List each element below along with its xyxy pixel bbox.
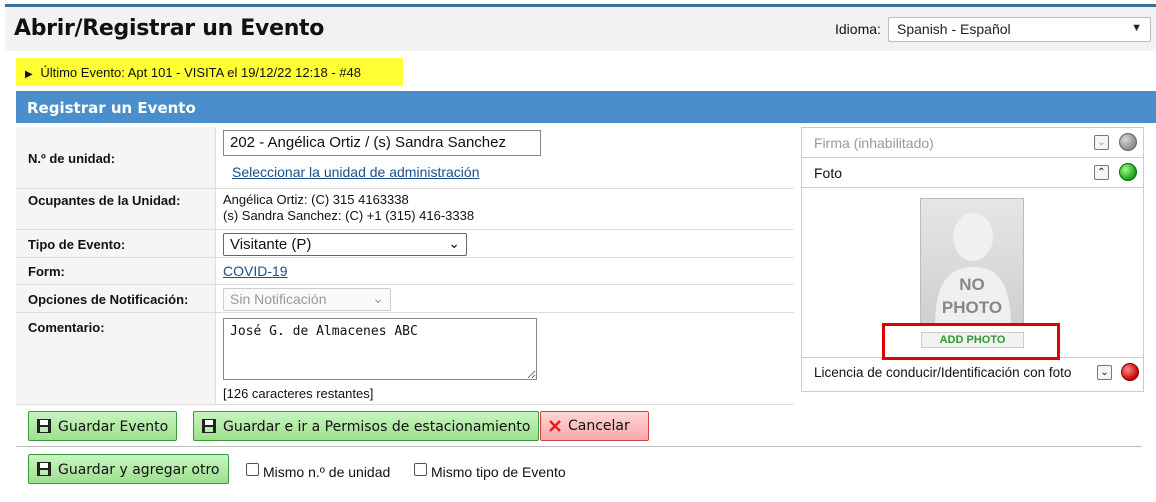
notification-label: Opciones de Notificación:	[28, 292, 189, 307]
chevron-down-icon: ▼	[1131, 22, 1142, 34]
page-header: Abrir/Registrar un Evento Idioma: Spanis…	[5, 7, 1156, 51]
notification-value: Sin Notificación	[230, 291, 327, 307]
signature-label: Firma (inhabilitado)	[814, 135, 934, 151]
select-admin-unit-link[interactable]: Seleccionar la unidad de administración	[232, 164, 479, 180]
save-parking-button[interactable]: Guardar e ir a Permisos de estacionamien…	[193, 411, 540, 441]
signature-row: Firma (inhabilitado) ⌄	[802, 128, 1143, 158]
chevron-up-icon[interactable]: ⌃	[1094, 165, 1109, 180]
close-icon	[549, 420, 561, 432]
chars-remaining: [126 caracteres restantes]	[223, 386, 374, 401]
chevron-down-icon[interactable]: ⌄	[1094, 135, 1109, 150]
status-green-icon	[1119, 163, 1137, 181]
comment-label: Comentario:	[28, 320, 105, 335]
occupants-row: Ocupantes de la Unidad: Angélica Ortiz: …	[16, 189, 794, 230]
form-label: Form:	[28, 264, 65, 279]
floppy-disk-icon	[37, 462, 51, 476]
save-event-label: Guardar Evento	[58, 419, 169, 435]
notification-select[interactable]: Sin Notificación ⌄	[223, 288, 391, 311]
form-row: Form: COVID-19	[16, 258, 794, 285]
status-red-icon	[1121, 363, 1139, 381]
event-type-row: Tipo de Evento: Visitante (P) ⌄	[16, 230, 794, 258]
expand-triangle-icon: ▶	[25, 69, 33, 80]
license-label: Licencia de conducir/Identificación con …	[814, 365, 1072, 380]
occupant-line-2: (s) Sandra Sanchez: (C) +1 (315) 416-333…	[223, 208, 475, 223]
comment-textarea[interactable]: José G. de Almacenes ABC	[223, 318, 537, 380]
occupants-label: Ocupantes de la Unidad:	[28, 193, 181, 208]
save-event-button[interactable]: Guardar Evento	[28, 411, 178, 441]
floppy-disk-icon	[202, 419, 216, 433]
photo-label: Foto	[814, 165, 843, 181]
no-photo-placeholder: NO PHOTO	[920, 198, 1024, 326]
last-event-toggle[interactable]: ▶ Último Evento: Apt 101 - VISITA el 19/…	[16, 58, 403, 86]
same-type-label: Mismo tipo de Evento	[431, 464, 566, 480]
last-event-text: Último Evento: Apt 101 - VISITA el 19/12…	[40, 65, 361, 80]
chevron-down-icon: ⌄	[372, 290, 384, 306]
register-event-panel-header: Registrar un Evento	[16, 91, 1156, 123]
same-type-checkbox[interactable]	[414, 463, 427, 476]
language-select[interactable]: Spanish - Español ▼	[888, 17, 1151, 42]
chevron-down-icon[interactable]: ⌄	[1097, 365, 1112, 380]
chevron-down-icon: ⌄	[448, 235, 460, 251]
same-unit-label: Mismo n.º de unidad	[263, 464, 391, 480]
no-photo-line-1: NO	[959, 275, 985, 294]
cancel-button[interactable]: Cancelar	[540, 411, 649, 441]
save-add-another-label: Guardar y agregar otro	[58, 462, 220, 478]
highlight-frame	[882, 323, 1060, 360]
event-type-value: Visitante (P)	[230, 236, 312, 253]
event-type-label: Tipo de Evento:	[28, 237, 126, 252]
page-title: Abrir/Registrar un Evento	[14, 16, 325, 41]
save-parking-label: Guardar e ir a Permisos de estacionamien…	[223, 419, 531, 435]
unit-input[interactable]: 202 - Angélica Ortiz / (s) Sandra Sanche…	[223, 130, 541, 156]
event-type-select[interactable]: Visitante (P) ⌄	[223, 233, 467, 256]
covid-form-link[interactable]: COVID-19	[223, 263, 288, 279]
floppy-disk-icon	[37, 419, 51, 433]
language-label: Idioma:	[835, 21, 881, 37]
divider	[16, 446, 1142, 447]
unit-label: N.º de unidad:	[28, 151, 116, 166]
notification-row: Opciones de Notificación: Sin Notificaci…	[16, 285, 794, 313]
save-add-another-button[interactable]: Guardar y agregar otro	[28, 454, 229, 484]
no-photo-line-2: PHOTO	[941, 298, 1003, 317]
language-select-value: Spanish - Español	[897, 21, 1011, 37]
panel-title: Registrar un Evento	[27, 99, 196, 117]
same-unit-checkbox[interactable]	[246, 463, 259, 476]
license-row: Licencia de conducir/Identificación con …	[802, 357, 1143, 387]
unit-row: N.º de unidad: 202 - Angélica Ortiz / (s…	[16, 127, 794, 189]
status-gray-icon	[1119, 133, 1137, 151]
occupant-line-1: Angélica Ortiz: (C) 315 4163338	[223, 192, 409, 207]
cancel-label: Cancelar	[568, 418, 630, 434]
comment-row: Comentario: José G. de Almacenes ABC [12…	[16, 313, 794, 405]
photo-row: Foto ⌃	[802, 158, 1143, 188]
